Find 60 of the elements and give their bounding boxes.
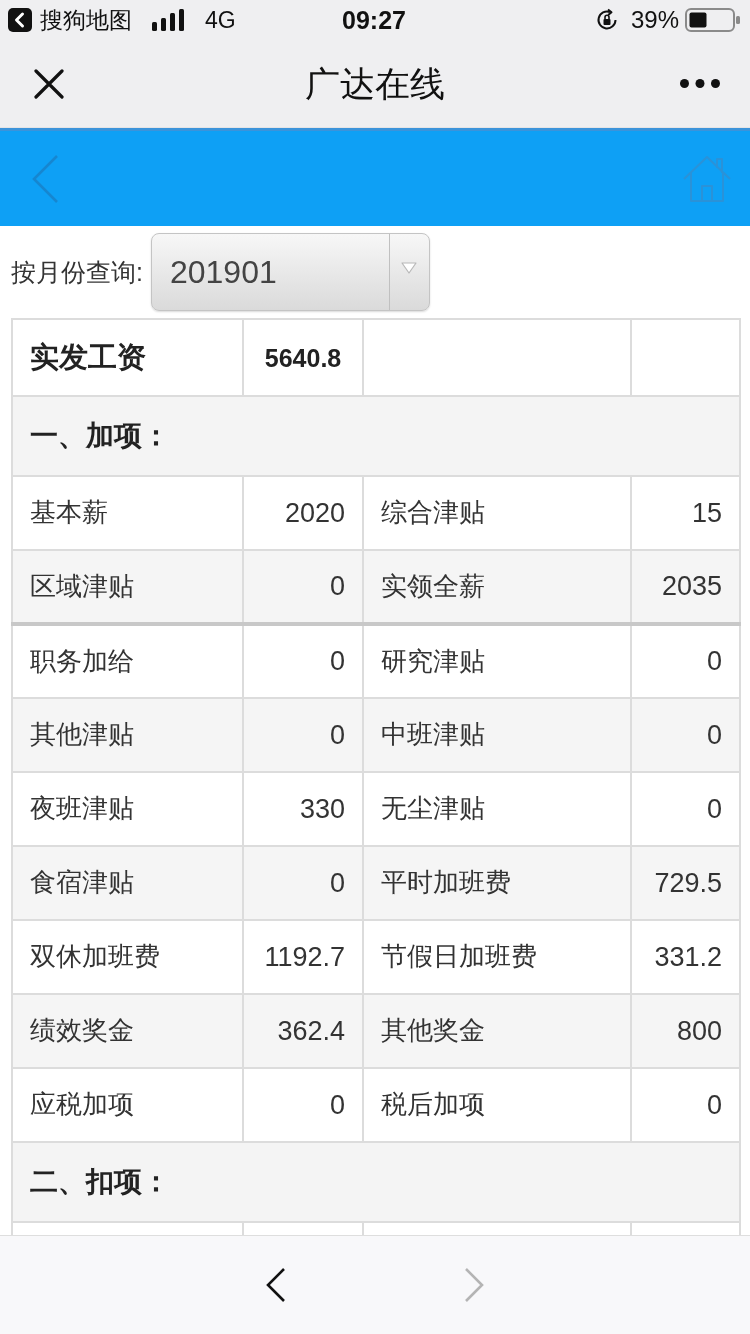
- battery-percent: 39%: [630, 8, 679, 32]
- item-label-cell: 夜班津贴: [12, 772, 243, 846]
- amount-cell: 0: [243, 550, 363, 624]
- signal-icon: [152, 9, 184, 31]
- amount-cell: 0: [243, 1068, 363, 1142]
- more-button[interactable]: [680, 79, 720, 88]
- item-label-cell: 税后加项: [363, 1068, 631, 1142]
- item-label-cell: 区域津贴: [12, 550, 243, 624]
- close-button[interactable]: [34, 68, 64, 99]
- item-label-cell: 节假日加班费: [363, 920, 631, 994]
- query-label: 按月份查询:: [11, 259, 143, 285]
- back-app-name[interactable]: 搜狗地图: [40, 8, 132, 32]
- amount-cell: 1192.7: [243, 920, 363, 994]
- amount-cell: 0: [243, 624, 363, 698]
- close-icon: [34, 68, 64, 99]
- month-select[interactable]: 201901: [150, 233, 430, 311]
- amount-cell: 2035: [631, 550, 740, 624]
- item-label-cell: 基本薪: [12, 476, 243, 550]
- rotation-lock-icon: [594, 8, 619, 32]
- item-label-cell: 应税加项: [12, 1068, 243, 1142]
- amount-cell: 15: [631, 476, 740, 550]
- amount-cell: 2020: [243, 476, 363, 550]
- amount-cell: 0: [631, 1068, 740, 1142]
- net-pay-amount-cell: 5640.8: [243, 319, 363, 396]
- item-label-cell: 双休加班费: [12, 920, 243, 994]
- page-title: 广达在线: [305, 66, 445, 101]
- item-label-cell: 平时加班费: [363, 846, 631, 920]
- amount-cell: 331.2: [631, 920, 740, 994]
- item-label-cell: 实领全薪: [363, 550, 631, 624]
- item-label-cell: 无尘津贴: [363, 772, 631, 846]
- amount-cell: 0: [243, 846, 363, 920]
- chevron-left-icon: [31, 153, 59, 204]
- item-label-cell: 绩效奖金: [12, 994, 243, 1068]
- item-label-cell: 中班津贴: [363, 698, 631, 772]
- amount-cell: 800: [631, 994, 740, 1068]
- section-header: 二、扣项：: [12, 1142, 740, 1222]
- home-icon: [682, 153, 732, 204]
- chevron-left-icon: [265, 1267, 287, 1303]
- section-header: 一、加项：: [12, 396, 740, 476]
- item-label-cell: 其他津贴: [12, 698, 243, 772]
- amount-cell: 0: [631, 698, 740, 772]
- caret-down-icon: [401, 262, 418, 274]
- amount-cell: 0: [243, 698, 363, 772]
- net-pay-label-cell: 实发工资: [12, 319, 243, 396]
- clock-time: 09:27: [342, 7, 406, 33]
- amount-cell: 0: [631, 624, 740, 698]
- battery-icon: [685, 8, 740, 32]
- more-icon: [680, 79, 720, 88]
- item-label-cell: 其他奖金: [363, 994, 631, 1068]
- amount-cell: 0: [631, 772, 740, 846]
- amount-cell: 362.4: [243, 994, 363, 1068]
- network-type: 4G: [205, 8, 236, 32]
- back-to-app-icon[interactable]: [8, 8, 32, 32]
- amount-cell: 729.5: [631, 846, 740, 920]
- chevron-right-icon: [463, 1267, 485, 1303]
- item-label-cell: 研究津贴: [363, 624, 631, 698]
- amount-cell: 330: [243, 772, 363, 846]
- item-label-cell: 综合津贴: [363, 476, 631, 550]
- item-label-cell: 职务加给: [12, 624, 243, 698]
- item-label-cell: 食宿津贴: [12, 846, 243, 920]
